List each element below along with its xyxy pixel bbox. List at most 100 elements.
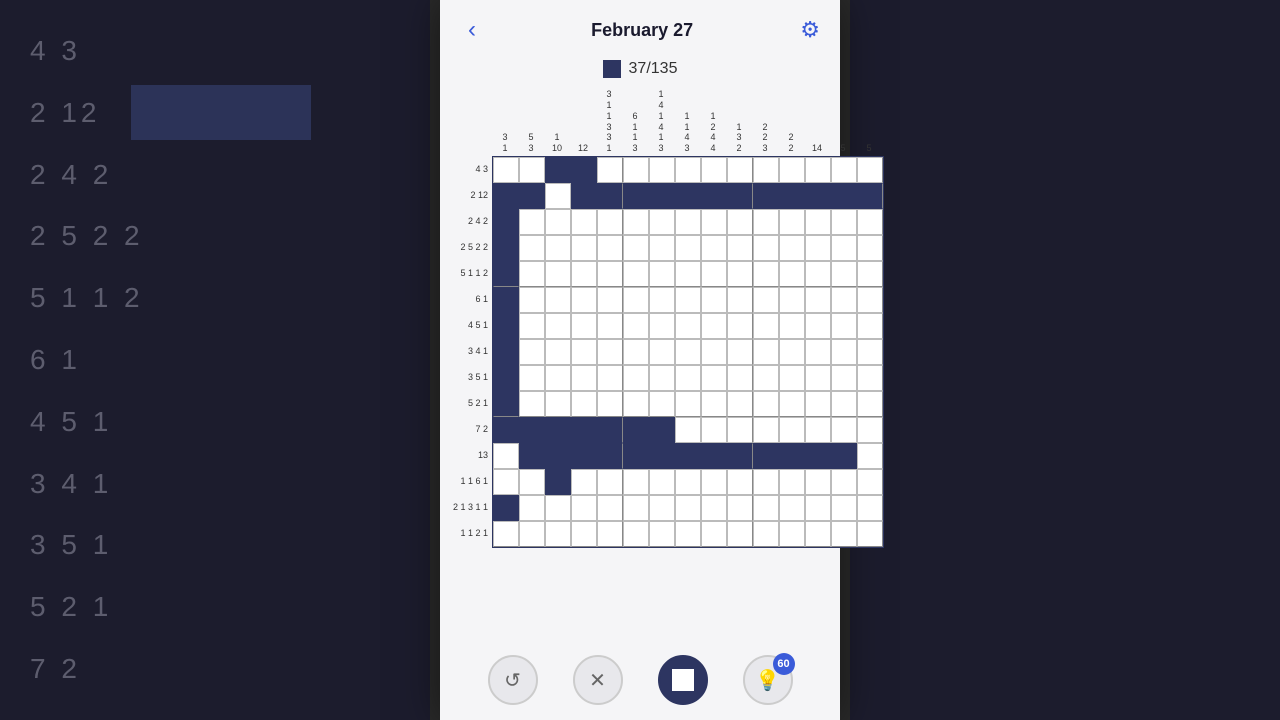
grid-cell[interactable] [701, 235, 727, 261]
grid-cell[interactable] [493, 157, 519, 183]
grid-cell[interactable] [623, 521, 649, 547]
grid-cell[interactable] [727, 521, 753, 547]
grid-cell[interactable] [519, 235, 545, 261]
grid-cell[interactable] [727, 469, 753, 495]
grid-cell[interactable] [493, 183, 519, 209]
grid-cell[interactable] [701, 157, 727, 183]
grid-cell[interactable] [571, 495, 597, 521]
grid-cell[interactable] [805, 469, 831, 495]
grid-cell[interactable] [727, 417, 753, 443]
grid-cell[interactable] [857, 391, 883, 417]
grid-cell[interactable] [675, 157, 701, 183]
grid-cell[interactable] [727, 157, 753, 183]
grid-cell[interactable] [493, 469, 519, 495]
grid-cell[interactable] [597, 157, 623, 183]
grid-cell[interactable] [623, 391, 649, 417]
grid-cell[interactable] [753, 469, 779, 495]
grid-cell[interactable] [597, 235, 623, 261]
grid-cell[interactable] [831, 391, 857, 417]
undo-button[interactable]: ↺ [488, 655, 538, 705]
grid-cell[interactable] [805, 417, 831, 443]
grid-cell[interactable] [571, 443, 597, 469]
grid-cell[interactable] [597, 521, 623, 547]
grid-cell[interactable] [857, 287, 883, 313]
grid-cell[interactable] [571, 183, 597, 209]
grid-cell[interactable] [597, 313, 623, 339]
grid-cell[interactable] [675, 209, 701, 235]
grid-cell[interactable] [519, 209, 545, 235]
grid-cell[interactable] [519, 469, 545, 495]
grid-cell[interactable] [519, 157, 545, 183]
grid-cell[interactable] [571, 235, 597, 261]
grid-cell[interactable] [493, 521, 519, 547]
grid-cell[interactable] [597, 417, 623, 443]
grid-cell[interactable] [649, 157, 675, 183]
grid-cell[interactable] [493, 365, 519, 391]
grid-cell[interactable] [701, 443, 727, 469]
grid-cell[interactable] [675, 521, 701, 547]
grid-cell[interactable] [519, 339, 545, 365]
grid-cell[interactable] [805, 313, 831, 339]
settings-button[interactable]: ⚙ [800, 17, 820, 43]
grid-cell[interactable] [701, 313, 727, 339]
grid-cell[interactable] [727, 495, 753, 521]
grid-cell[interactable] [805, 339, 831, 365]
grid-cell[interactable] [779, 495, 805, 521]
grid-cell[interactable] [649, 261, 675, 287]
back-button[interactable]: ‹ [460, 12, 484, 48]
grid-cell[interactable] [857, 443, 883, 469]
grid-cell[interactable] [571, 391, 597, 417]
grid-cell[interactable] [623, 261, 649, 287]
grid-cell[interactable] [753, 521, 779, 547]
grid-cell[interactable] [545, 183, 571, 209]
grid-cell[interactable] [857, 209, 883, 235]
grid-cell[interactable] [597, 287, 623, 313]
grid-cell[interactable] [623, 339, 649, 365]
grid-cell[interactable] [831, 469, 857, 495]
grid-cell[interactable] [519, 443, 545, 469]
grid-cell[interactable] [545, 365, 571, 391]
grid-cell[interactable] [857, 469, 883, 495]
grid-cell[interactable] [649, 313, 675, 339]
grid-cell[interactable] [545, 209, 571, 235]
grid-cell[interactable] [545, 287, 571, 313]
grid-cell[interactable] [649, 287, 675, 313]
grid-cell[interactable] [493, 339, 519, 365]
grid-cell[interactable] [571, 313, 597, 339]
grid-cell[interactable] [545, 313, 571, 339]
grid-cell[interactable] [831, 183, 857, 209]
grid-cell[interactable] [649, 183, 675, 209]
grid-cells[interactable] [492, 156, 884, 548]
grid-cell[interactable] [753, 339, 779, 365]
grid-cell[interactable] [597, 365, 623, 391]
grid-cell[interactable] [701, 469, 727, 495]
grid-cell[interactable] [675, 287, 701, 313]
grid-cell[interactable] [649, 417, 675, 443]
grid-cell[interactable] [857, 235, 883, 261]
grid-cell[interactable] [831, 339, 857, 365]
grid-cell[interactable] [831, 417, 857, 443]
grid-cell[interactable] [597, 339, 623, 365]
grid-cell[interactable] [493, 235, 519, 261]
grid-cell[interactable] [597, 209, 623, 235]
grid-cell[interactable] [519, 261, 545, 287]
grid-cell[interactable] [727, 365, 753, 391]
grid-cell[interactable] [727, 313, 753, 339]
grid-cell[interactable] [675, 495, 701, 521]
grid-cell[interactable] [545, 521, 571, 547]
grid-cell[interactable] [727, 443, 753, 469]
grid-cell[interactable] [805, 391, 831, 417]
grid-cell[interactable] [753, 443, 779, 469]
grid-cell[interactable] [857, 261, 883, 287]
grid-cell[interactable] [753, 287, 779, 313]
grid-cell[interactable] [675, 339, 701, 365]
grid-cell[interactable] [805, 443, 831, 469]
grid-cell[interactable] [519, 417, 545, 443]
grid-cell[interactable] [675, 391, 701, 417]
grid-cell[interactable] [623, 183, 649, 209]
grid-cell[interactable] [493, 495, 519, 521]
grid-cell[interactable] [831, 521, 857, 547]
grid-cell[interactable] [519, 391, 545, 417]
grid-cell[interactable] [519, 313, 545, 339]
grid-cell[interactable] [649, 521, 675, 547]
